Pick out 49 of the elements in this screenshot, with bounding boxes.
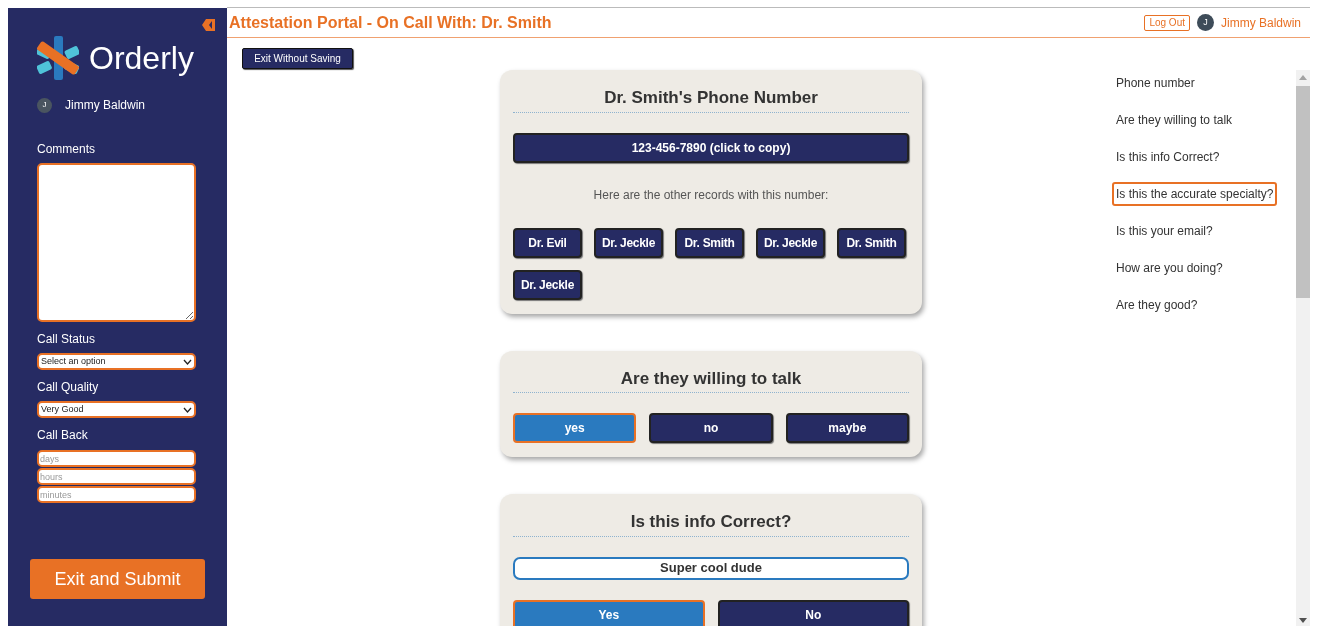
- comments-field[interactable]: [37, 163, 196, 322]
- user-name: Jimmy Baldwin: [1221, 14, 1301, 32]
- select-field[interactable]: Very Good: [37, 401, 196, 418]
- field-label: Call Status: [37, 331, 97, 348]
- exit-button[interactable]: Exit Without Saving: [242, 48, 353, 69]
- logo-text: Orderly: [89, 42, 194, 74]
- option-button[interactable]: Yes: [513, 599, 705, 626]
- nav-link[interactable]: Is this the accurate specialty?: [1112, 182, 1278, 206]
- user-name: Jimmy Baldwin: [65, 97, 145, 114]
- nav-link[interactable]: Are they good?: [1112, 293, 1202, 317]
- record-button[interactable]: Dr. Smith: [837, 227, 906, 258]
- logo-icon: [37, 36, 79, 80]
- field-label: Comments: [37, 141, 96, 158]
- nav-link[interactable]: Is this info Correct?: [1112, 145, 1224, 169]
- input-field[interactable]: hours: [37, 468, 196, 485]
- value-field[interactable]: Super cool dude: [513, 556, 909, 580]
- nav-link[interactable]: Phone number: [1112, 71, 1199, 95]
- record-button[interactable]: Dr. Jeckle: [594, 227, 663, 258]
- card-title: Dr. Smith's Phone Number: [513, 85, 909, 113]
- record-button[interactable]: Dr. Jeckle: [513, 269, 582, 300]
- card-title: Are they willing to talk: [513, 365, 909, 393]
- scrollbar[interactable]: [1296, 70, 1310, 626]
- card-title: Is this info Correct?: [513, 509, 909, 537]
- record-button[interactable]: Dr. Smith: [675, 227, 744, 258]
- option-button[interactable]: No: [717, 599, 909, 626]
- select-field[interactable]: Select an option: [37, 353, 196, 370]
- option-button[interactable]: yes: [513, 413, 637, 443]
- scroll-down-icon[interactable]: [1299, 618, 1307, 623]
- scrollbar-thumb[interactable]: [1296, 86, 1310, 298]
- page-title: Attestation Portal - On Call With: Dr. Smith: [229, 12, 553, 33]
- field-label: Call Quality: [37, 379, 100, 396]
- record-button[interactable]: Dr. Evil: [513, 227, 582, 258]
- record-button[interactable]: Dr. Jeckle: [756, 227, 825, 258]
- chevron-down-icon: [183, 358, 192, 365]
- nav-link[interactable]: How are you doing?: [1112, 256, 1227, 280]
- user-avatar: J: [1197, 14, 1214, 31]
- records-note: Here are the other records with this number:: [592, 186, 830, 204]
- nav-link[interactable]: Is this your email?: [1112, 219, 1217, 243]
- scroll-up-icon[interactable]: [1299, 75, 1307, 80]
- input-field[interactable]: minutes: [37, 486, 196, 503]
- user-avatar: J: [37, 97, 52, 113]
- input-field[interactable]: days: [37, 450, 196, 467]
- collapse-icon[interactable]: [202, 19, 215, 31]
- phone-button[interactable]: 123-456-7890 (click to copy): [513, 132, 909, 163]
- option-button[interactable]: maybe: [785, 413, 909, 443]
- field-label: Call Back: [37, 427, 89, 444]
- chevron-down-icon: [183, 406, 192, 413]
- option-button[interactable]: no: [649, 413, 773, 443]
- nav-link[interactable]: Are they willing to talk: [1112, 108, 1237, 132]
